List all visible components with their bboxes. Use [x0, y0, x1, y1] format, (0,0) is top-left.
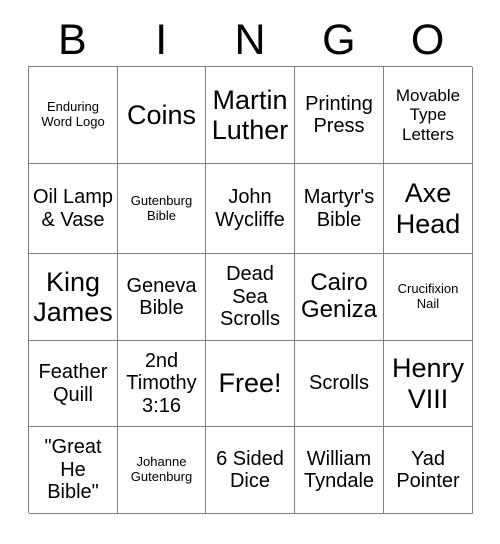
bingo-cell[interactable]: King James	[29, 254, 118, 341]
bingo-cell-label: King James	[33, 266, 113, 327]
bingo-cell-label: Martin Luther	[211, 84, 289, 145]
bingo-cell[interactable]: Cairo Geniza	[295, 254, 384, 341]
bingo-card: B I N G O Enduring Word Logo Coins Martin …	[0, 0, 500, 544]
bingo-cell-label: Johanne Gutenburg	[130, 454, 193, 484]
bingo-cell[interactable]: Crucifixion Nail	[384, 254, 473, 341]
bingo-cell-label: 2nd Timothy 3:16	[126, 349, 197, 417]
bingo-cell[interactable]: Movable Type Letters	[384, 67, 473, 164]
bingo-header-letter-o: O	[410, 15, 445, 64]
bingo-cell[interactable]: Yad Pointer	[384, 427, 473, 514]
bingo-header-row: B I N G O	[28, 14, 472, 66]
bingo-cell[interactable]: Scrolls	[295, 341, 384, 427]
bingo-header-letter-b: B	[58, 15, 87, 64]
bingo-grid: Enduring Word Logo Coins Martin Luther Prin…	[28, 66, 473, 514]
bingo-cell[interactable]: Feather Quill	[29, 341, 118, 427]
bingo-cell[interactable]: Coins	[118, 67, 206, 164]
bingo-cell-free-space[interactable]: Free!	[206, 341, 295, 427]
bingo-header-letter-n: N	[234, 15, 266, 64]
bingo-cell[interactable]: William Tyndale	[295, 427, 384, 514]
bingo-cell-label: Free!	[218, 368, 282, 399]
bingo-cell-label: John Wycliffe	[215, 186, 285, 231]
bingo-cell-label: Henry VIII	[391, 353, 465, 414]
bingo-cell-label: Coins	[126, 99, 197, 130]
bingo-cell-label: William Tyndale	[303, 447, 375, 492]
bingo-cell-label: "Great He Bible"	[44, 436, 102, 504]
bingo-cell-label: Enduring Word Logo	[41, 99, 105, 129]
bingo-cell[interactable]: Henry VIII	[384, 341, 473, 427]
bingo-cell[interactable]: Martin Luther	[206, 67, 295, 164]
bingo-cell-label: Yad Pointer	[396, 447, 460, 492]
bingo-cell-label: Cairo Geniza	[300, 269, 378, 323]
bingo-cell[interactable]: Axe Head	[384, 164, 473, 254]
bingo-cell[interactable]: John Wycliffe	[206, 164, 295, 254]
bingo-cell-label: Axe Head	[395, 178, 461, 239]
bingo-cell-label: Dead Sea Scrolls	[219, 263, 280, 331]
bingo-cell-label: Geneva Bible	[126, 274, 197, 319]
bingo-cell[interactable]: Enduring Word Logo	[29, 67, 118, 164]
bingo-cell-label: Printing Press	[305, 92, 373, 137]
bingo-cell-label: Oil Lamp & Vase	[32, 186, 114, 231]
bingo-header-letter-i: I	[155, 15, 168, 64]
bingo-cell[interactable]: 2nd Timothy 3:16	[118, 341, 206, 427]
bingo-cell-label: Martyr's Bible	[303, 186, 375, 231]
bingo-cell-label: Feather Quill	[38, 361, 108, 406]
bingo-cell-label: Crucifixion Nail	[397, 281, 459, 311]
bingo-cell-label: Movable Type Letters	[395, 86, 461, 144]
bingo-header-letter-g: G	[322, 15, 356, 64]
bingo-cell-label: 6 Sided Dice	[216, 447, 284, 492]
bingo-cell-label: Gutenburg Bible	[130, 192, 193, 223]
bingo-cell[interactable]: Printing Press	[295, 67, 384, 164]
bingo-cell[interactable]: "Great He Bible"	[29, 427, 118, 514]
bingo-cell[interactable]: 6 Sided Dice	[206, 427, 295, 514]
bingo-cell[interactable]: Dead Sea Scrolls	[206, 254, 295, 341]
bingo-cell-label: Scrolls	[308, 372, 369, 395]
bingo-cell[interactable]: Johanne Gutenburg	[118, 427, 206, 514]
bingo-cell[interactable]: Martyr's Bible	[295, 164, 384, 254]
bingo-cell[interactable]: Oil Lamp & Vase	[29, 164, 118, 254]
bingo-cell[interactable]: Gutenburg Bible	[118, 164, 206, 254]
bingo-cell[interactable]: Geneva Bible	[118, 254, 206, 341]
